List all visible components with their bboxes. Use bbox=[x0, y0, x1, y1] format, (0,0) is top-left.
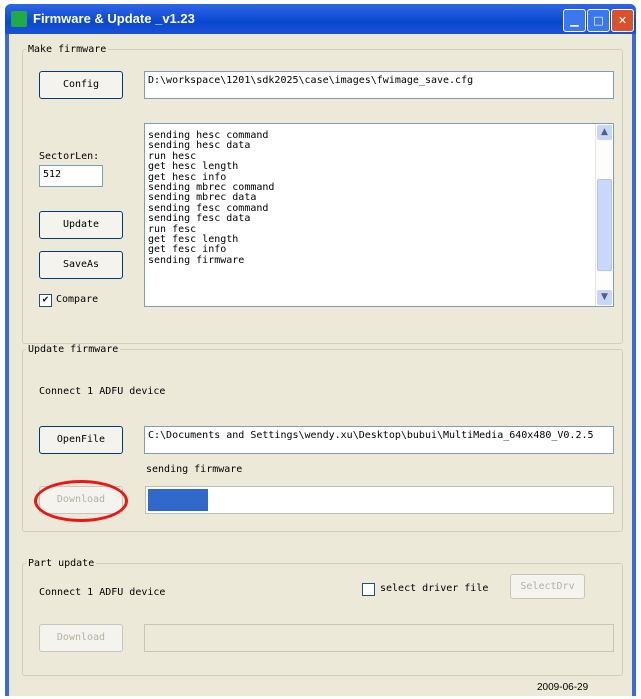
title-bar[interactable]: Firmware & Update _v1.23 ▁ □ ✕ bbox=[5, 4, 636, 34]
part-update-legend: Part update bbox=[28, 558, 95, 569]
log-listbox[interactable]: sending hesc command sending hesc data r… bbox=[144, 123, 614, 307]
maximize-icon[interactable]: □ bbox=[587, 9, 610, 32]
part-download-button[interactable]: Download bbox=[39, 624, 123, 652]
progress-fill bbox=[148, 489, 209, 511]
highlight-circle bbox=[34, 480, 128, 522]
update-button[interactable]: Update bbox=[39, 211, 123, 239]
sectorlen-field[interactable]: 512 bbox=[39, 165, 103, 187]
compare-label: Compare bbox=[56, 294, 99, 305]
file-path-field[interactable]: C:\Documents and Settings\wendy.xu\Deskt… bbox=[144, 426, 614, 454]
firmware-progress-bar bbox=[145, 486, 614, 514]
minimize-icon[interactable]: ▁ bbox=[563, 9, 586, 32]
progress-status-label: sending firmware bbox=[146, 464, 243, 475]
footer-date: 2009-06-29 bbox=[537, 682, 589, 693]
client-area: Make firmware Config D:\workspace\1201\s… bbox=[9, 34, 632, 696]
saveas-button[interactable]: SaveAs bbox=[39, 251, 123, 279]
compare-checkbox[interactable]: ✔ bbox=[39, 294, 52, 307]
make-firmware-legend: Make firmware bbox=[28, 44, 107, 55]
log-scrollbar[interactable]: ▲ ▼ bbox=[595, 124, 613, 306]
part-device-status-label: Connect 1 ADFU device bbox=[39, 587, 166, 598]
sectorlen-label: SectorLen: bbox=[39, 151, 100, 162]
log-line: sending firmware bbox=[148, 254, 245, 266]
chevron-down-icon[interactable]: ▼ bbox=[597, 290, 612, 305]
scrollbar-thumb[interactable] bbox=[597, 179, 612, 271]
log-line: sending fesc data bbox=[148, 213, 251, 225]
update-firmware-legend: Update firmware bbox=[28, 344, 119, 355]
log-lines: sending hesc command sending hesc data r… bbox=[145, 124, 613, 266]
select-driver-checkbox[interactable] bbox=[362, 583, 375, 596]
config-path-field[interactable]: D:\workspace\1201\sdk2025\case\images\fw… bbox=[144, 71, 614, 99]
chevron-up-icon[interactable]: ▲ bbox=[597, 125, 612, 140]
log-line: get hesc length bbox=[148, 161, 239, 173]
device-status-label: Connect 1 ADFU device bbox=[39, 386, 166, 397]
app-icon bbox=[11, 11, 27, 27]
close-icon[interactable]: ✕ bbox=[611, 9, 634, 32]
select-driver-label: select driver file bbox=[380, 583, 489, 594]
main-window: Firmware & Update _v1.23 ▁ □ ✕ Make firm… bbox=[5, 4, 636, 696]
log-line: sending hesc data bbox=[148, 140, 251, 152]
selectdrv-button[interactable]: SelectDrv bbox=[510, 574, 585, 599]
part-download-field bbox=[144, 624, 614, 652]
openfile-button[interactable]: OpenFile bbox=[39, 426, 123, 454]
config-button[interactable]: Config bbox=[39, 71, 123, 99]
window-title: Firmware & Update _v1.23 bbox=[33, 11, 195, 26]
